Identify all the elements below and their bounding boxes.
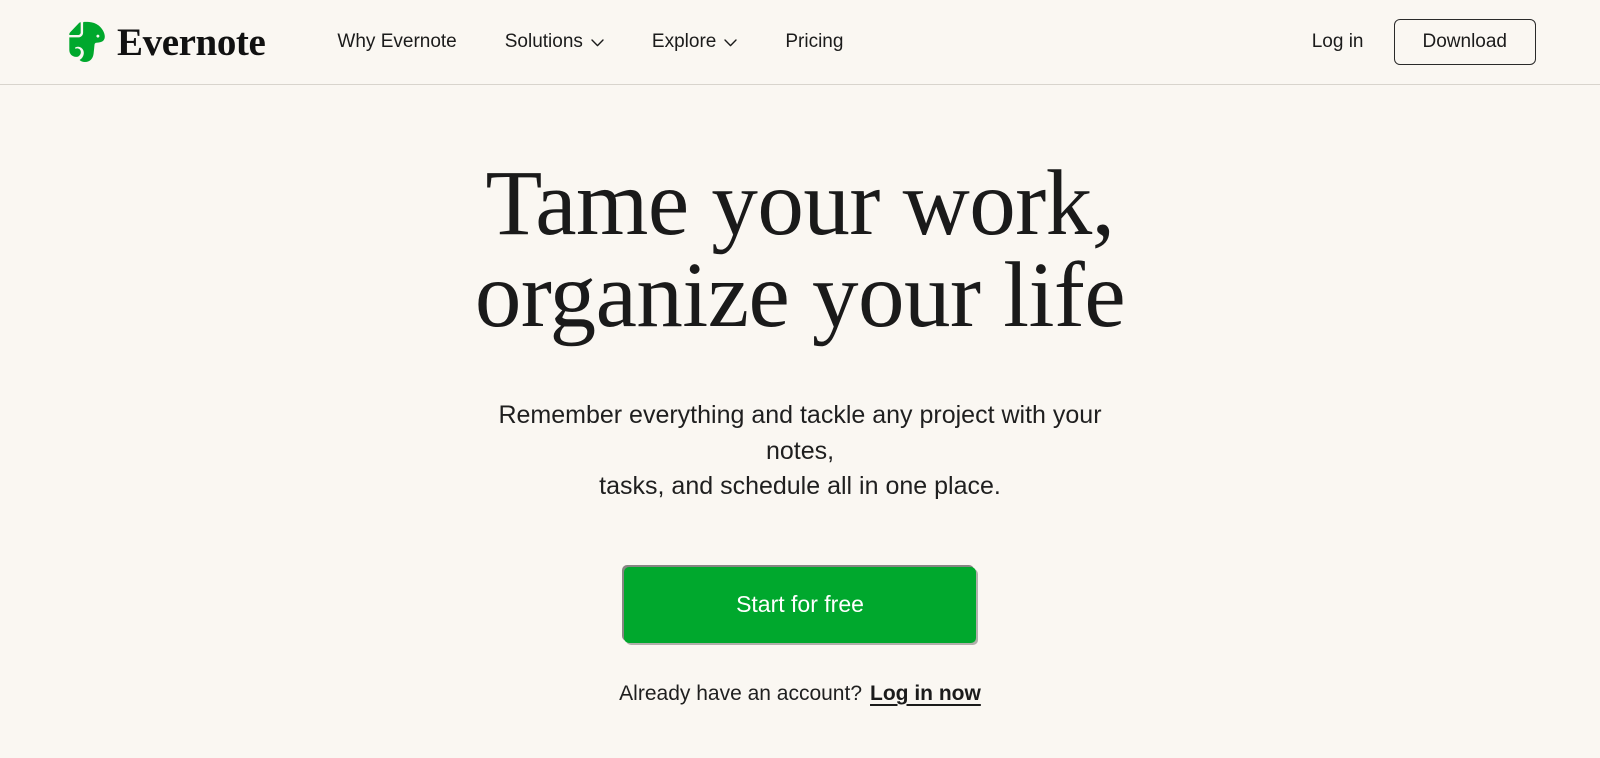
existing-account-row: Already have an account? Log in now	[619, 682, 981, 706]
nav-item-label: Explore	[651, 31, 717, 52]
nav-item-pricing[interactable]: Pricing	[761, 21, 867, 63]
download-button[interactable]: Download	[1393, 19, 1536, 65]
hero-subheading: Remember everything and tackle any proje…	[470, 398, 1130, 505]
start-for-free-button[interactable]: Start for free	[624, 566, 976, 643]
nav-item-why-evernote[interactable]: Why Evernote	[313, 21, 480, 63]
hero-section: Tame your work, organize your life Remem…	[0, 85, 1600, 706]
nav-item-label: Pricing	[785, 31, 844, 52]
chevron-down-icon	[724, 39, 738, 47]
nav-item-explore[interactable]: Explore	[628, 21, 761, 63]
chevron-down-icon	[591, 39, 604, 47]
nav-item-label: Why Evernote	[337, 31, 457, 52]
headline-line-1: Tame your work,	[485, 152, 1115, 255]
main-navigation: Why Evernote Solutions Explore Pricing	[313, 21, 867, 63]
headline-line-2: organize your life	[474, 244, 1126, 348]
login-link[interactable]: Log in	[1312, 31, 1364, 53]
log-in-now-link[interactable]: Log in now	[870, 682, 981, 706]
brand-name: Evernote	[117, 20, 266, 64]
site-header: Evernote Why Evernote Solutions Explore …	[0, 0, 1600, 85]
subheading-line-1: Remember everything and tackle any proje…	[498, 401, 1102, 465]
subheading-line-2: tasks, and schedule all in one place.	[599, 472, 1001, 501]
nav-item-label: Solutions	[504, 31, 583, 52]
header-actions: Log in Download	[1312, 19, 1536, 65]
existing-account-prompt: Already have an account?	[619, 681, 863, 705]
nav-item-solutions[interactable]: Solutions	[481, 21, 628, 63]
brand-logo-link[interactable]: Evernote	[68, 20, 266, 64]
evernote-elephant-icon	[68, 21, 106, 63]
page-title: Tame your work, organize your life	[474, 152, 1126, 348]
